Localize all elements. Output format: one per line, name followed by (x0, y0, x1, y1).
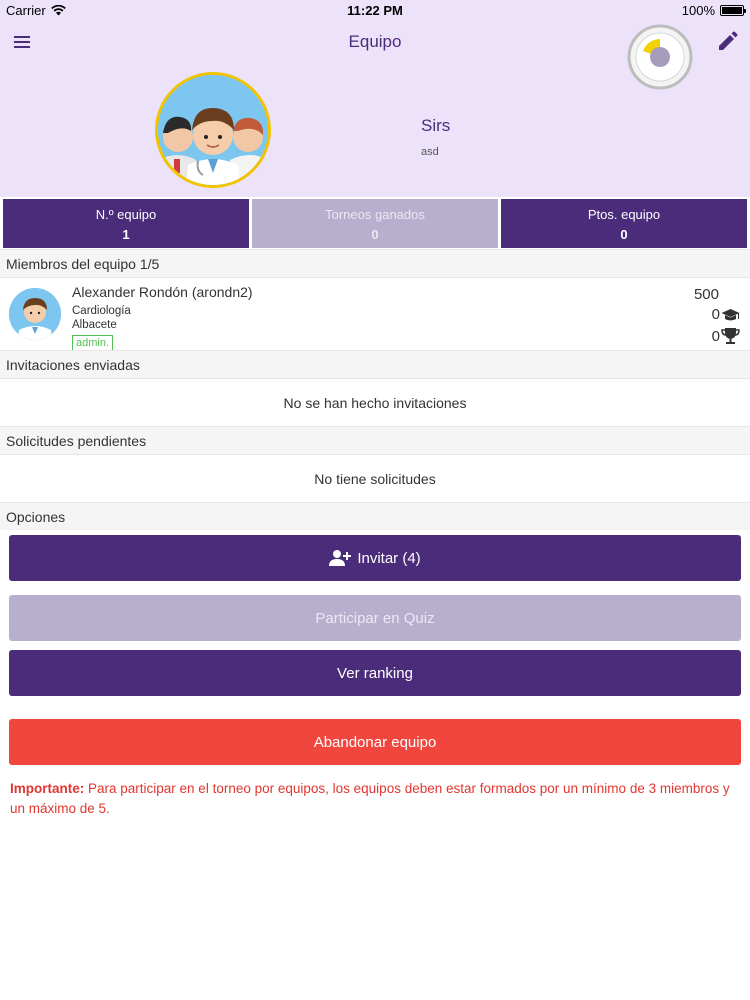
stat-value: 0 (371, 227, 379, 242)
member-trophy-stat: 0 (712, 327, 740, 345)
team-avatar (155, 72, 271, 188)
participate-quiz-label: Participar en Quiz (315, 609, 435, 627)
battery-info: 100% (681, 3, 746, 18)
stat-label: N.º equipo (95, 207, 157, 222)
member-specialty: Cardiología (72, 305, 131, 317)
graduation-cap-icon (721, 308, 740, 320)
stat-team-points: Ptos. equipo 0 (501, 199, 747, 248)
requests-heading: Solicitudes pendientes (0, 426, 750, 454)
view-ranking-label: Ver ranking (337, 664, 413, 682)
participate-quiz-button[interactable]: Participar en Quiz (9, 595, 741, 641)
notice-strong: Importante: (10, 781, 85, 796)
invitations-list: No se han hecho invitaciones (0, 378, 750, 426)
member-row[interactable]: Alexander Rondón (arondn2) Cardiología A… (0, 277, 750, 351)
member-graduation-stat: 0 (712, 306, 740, 323)
leave-team-button[interactable]: Abandonar equipo (9, 719, 741, 765)
stat-team-number: N.º equipo 1 (3, 199, 249, 248)
leave-team-label: Abandonar equipo (313, 733, 437, 751)
trophy-icon (721, 328, 740, 344)
member-points: 500 (693, 286, 719, 303)
members-heading: Miembros del equipo 1/5 (0, 249, 750, 277)
member-city: Albacete (72, 319, 117, 331)
status-bar: Carrier 11:22 PM 100% (0, 0, 750, 22)
member-name: Alexander Rondón (arondn2) (72, 284, 253, 300)
team-name: Sirs (421, 116, 451, 135)
options-heading: Opciones (0, 502, 750, 530)
stat-value: 1 (122, 227, 130, 242)
graduation-count: 0 (711, 306, 720, 323)
invitations-heading: Invitaciones enviadas (0, 350, 750, 378)
stat-label: Ptos. equipo (587, 207, 661, 222)
add-user-icon (329, 550, 352, 566)
member-avatar (9, 288, 61, 340)
team-header: Equipo Sirs asd (0, 22, 750, 197)
invite-button-label: Invitar (4) (357, 549, 421, 567)
battery-icon (720, 5, 746, 16)
stat-label: Torneos ganados (325, 207, 425, 222)
view-ranking-button[interactable]: Ver ranking (9, 650, 741, 696)
important-notice: Importante: Para participar en el torneo… (10, 779, 730, 819)
requests-list: No tiene solicitudes (0, 454, 750, 502)
battery-percent: 100% (681, 3, 715, 18)
trophy-count: 0 (711, 327, 720, 345)
invitations-empty-message: No se han hecho invitaciones (283, 395, 467, 411)
stat-tournaments-won: Torneos ganados 0 (252, 199, 498, 248)
invite-button[interactable]: Invitar (4) (9, 535, 741, 581)
timer-dial-icon[interactable] (627, 24, 693, 90)
status-time: 11:22 PM (347, 3, 403, 18)
stat-value: 0 (620, 227, 628, 242)
notice-text: Para participar en el torneo por equipos… (10, 781, 730, 816)
admin-badge: admin. (72, 335, 114, 351)
team-subtitle: asd (421, 146, 439, 158)
requests-empty-message: No tiene solicitudes (314, 471, 436, 487)
pencil-icon[interactable] (712, 28, 742, 58)
